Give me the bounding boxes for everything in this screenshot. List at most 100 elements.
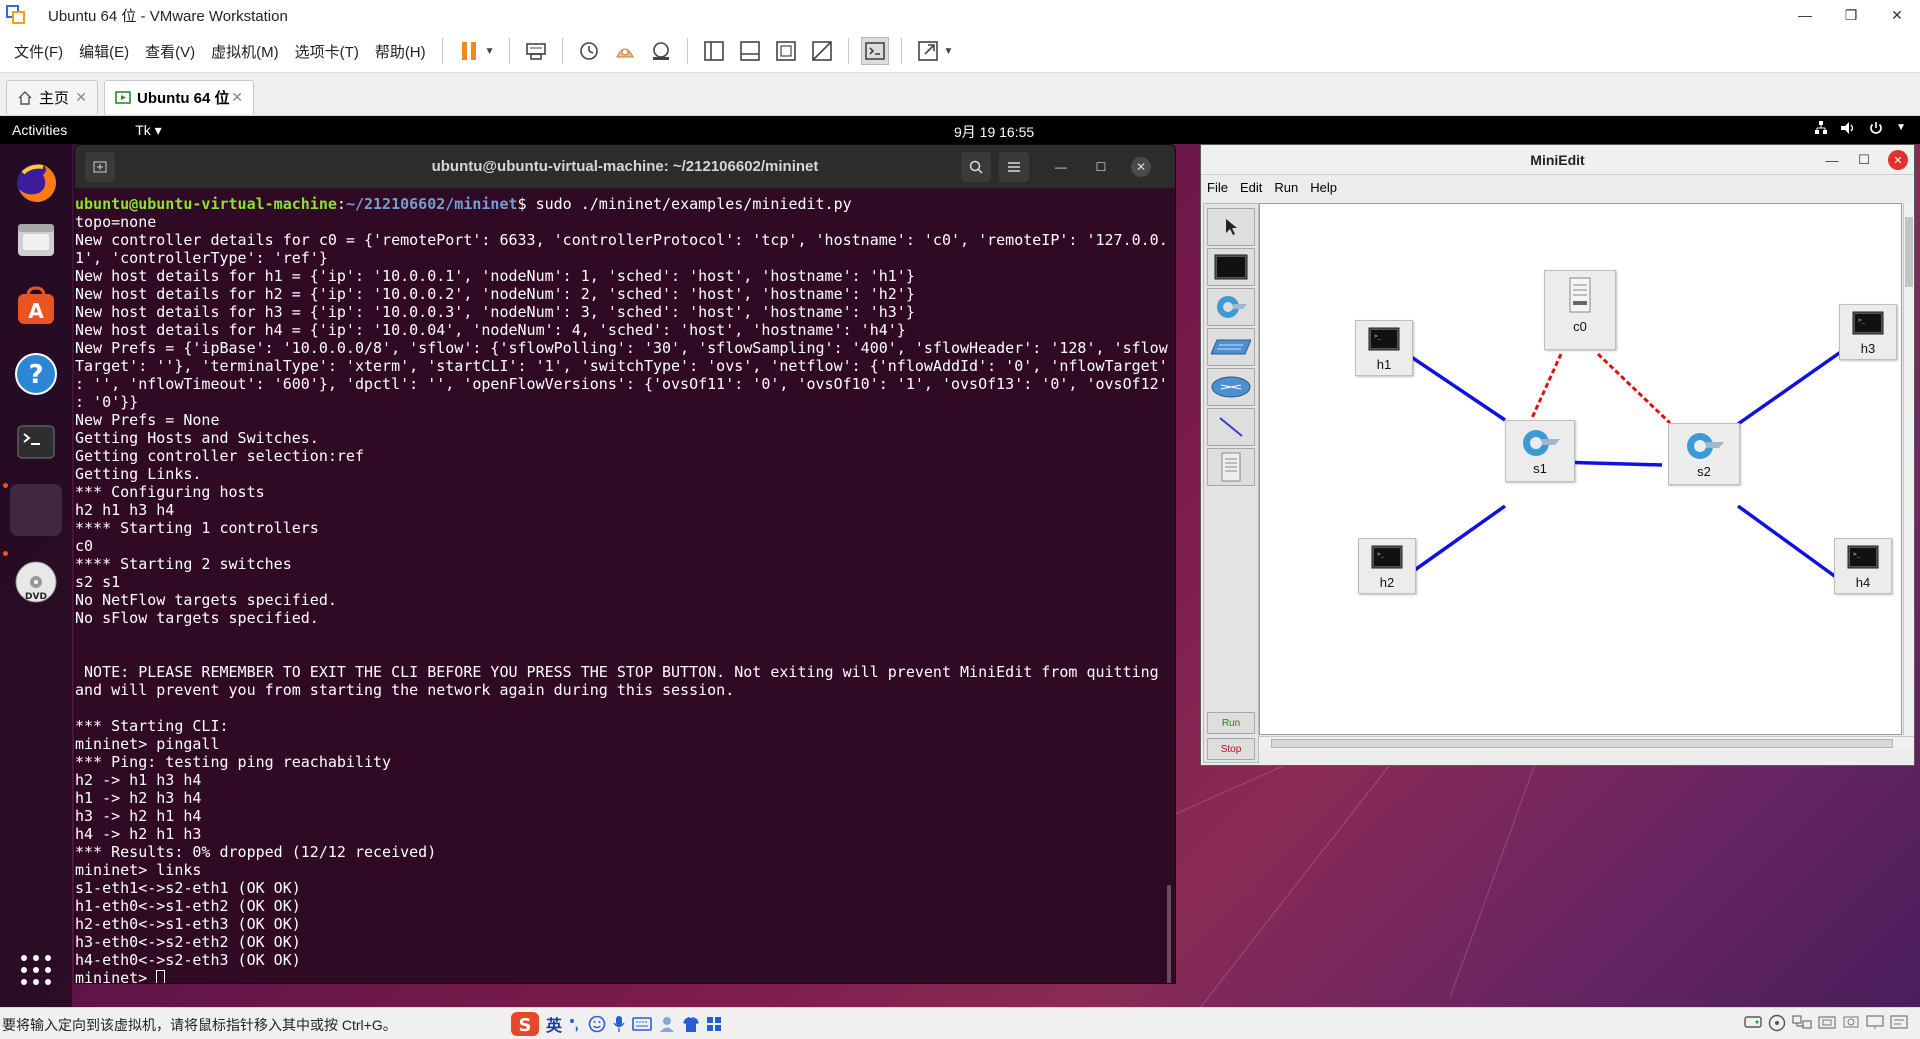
node-h1[interactable]: >_ h1 <box>1355 320 1413 376</box>
miniedit-menu-edit[interactable]: Edit <box>1240 180 1262 195</box>
terminal-output[interactable]: ubuntu@ubuntu-virtual-machine:~/21210660… <box>75 189 1175 983</box>
topology-canvas[interactable]: >_ h1 >_ h2 >_ h3 >_ h4 s1 s2 c0 <box>1259 203 1902 735</box>
activities-button[interactable]: Activities <box>12 122 67 138</box>
keyboard-icon[interactable] <box>632 1016 652 1032</box>
menu-view[interactable]: 查看(V) <box>137 41 203 62</box>
thumbnail-icon[interactable] <box>736 37 764 65</box>
legacy-router-tool-button[interactable] <box>1207 368 1255 406</box>
minimize-button[interactable]: — <box>1782 0 1828 30</box>
send-ctrl-alt-del-icon[interactable] <box>522 37 550 65</box>
terminal-close-button[interactable]: ✕ <box>1131 157 1151 177</box>
guest-screen[interactable]: Activities Tk ▾ 9月 19 16:55 ▼ A ? DVD ub… <box>0 116 1920 1007</box>
menu-help[interactable]: 帮助(H) <box>367 41 434 62</box>
stretch-icon[interactable] <box>914 37 942 65</box>
miniedit-menu-file[interactable]: File <box>1207 180 1228 195</box>
pause-dropdown-chevron-down-icon[interactable]: ▼ <box>485 46 495 57</box>
terminal-line: h3-eth0<->s2-eth2 (OK OK) <box>75 933 301 951</box>
stretch-dropdown-chevron-down-icon[interactable]: ▼ <box>944 46 954 57</box>
terminal-line: h2 h1 h3 h4 <box>75 501 175 519</box>
message-log-icon[interactable] <box>1890 1014 1908 1030</box>
miniedit-menu-help[interactable]: Help <box>1310 180 1337 195</box>
miniedit-window[interactable]: MiniEdit — ☐ ✕ File Edit Run Help Run St… <box>1200 144 1915 766</box>
canvas-vertical-scrollbar[interactable] <box>1903 203 1914 735</box>
emoji-icon[interactable] <box>588 1015 606 1033</box>
terminal-maximize-button[interactable]: ☐ <box>1091 157 1111 177</box>
miniedit-maximize-button[interactable]: ☐ <box>1854 150 1874 170</box>
skin-shirt-icon[interactable] <box>682 1015 700 1033</box>
show-applications-grid-icon[interactable] <box>10 944 62 996</box>
restore-button[interactable]: ❐ <box>1828 0 1874 30</box>
cd-dvd-icon[interactable] <box>1768 1014 1786 1032</box>
node-c0[interactable]: c0 <box>1544 270 1616 350</box>
toolbox-grid-icon[interactable] <box>706 1016 722 1032</box>
display-icon[interactable] <box>1866 1014 1884 1030</box>
tab-ubuntu-close-icon[interactable]: ✕ <box>231 89 243 106</box>
node-h4[interactable]: >_ h4 <box>1834 538 1892 594</box>
user-icon[interactable] <box>658 1015 676 1033</box>
menu-edit[interactable]: 编辑(E) <box>71 41 137 62</box>
select-tool-button[interactable] <box>1207 208 1255 246</box>
legacy-switch-tool-button[interactable] <box>1207 328 1255 366</box>
files-icon[interactable] <box>10 212 62 264</box>
stop-button[interactable]: Stop <box>1207 738 1255 760</box>
netlink-tool-button[interactable] <box>1207 408 1255 446</box>
node-h3[interactable]: >_ h3 <box>1839 304 1897 360</box>
app-menu[interactable]: Tk ▾ <box>135 122 161 139</box>
revert-snapshot-icon[interactable] <box>611 37 639 65</box>
menu-vm[interactable]: 虚拟机(M) <box>203 41 287 62</box>
firefox-icon[interactable] <box>10 156 62 208</box>
host-tool-button[interactable] <box>1207 248 1255 286</box>
microphone-icon[interactable] <box>612 1015 626 1033</box>
ime-toolbar[interactable]: S 英 <box>510 1010 722 1038</box>
link-s2-h3[interactable] <box>1736 347 1847 426</box>
unity-icon[interactable] <box>808 37 836 65</box>
library-icon[interactable] <box>700 37 728 65</box>
terminal-line: : '0'}} <box>75 393 139 411</box>
close-button[interactable]: ✕ <box>1874 0 1920 30</box>
tab-ubuntu[interactable]: Ubuntu 64 位 ✕ <box>104 80 254 114</box>
controller-tool-button[interactable] <box>1207 448 1255 486</box>
terminal-window[interactable]: ubuntu@ubuntu-virtual-machine: ~/2121066… <box>74 144 1176 984</box>
sound-card-icon[interactable] <box>1842 1014 1860 1030</box>
node-s2[interactable]: s2 <box>1668 423 1740 485</box>
dvd-icon[interactable]: DVD <box>10 556 62 608</box>
punctuation-icon[interactable] <box>568 1015 582 1033</box>
usb-device-icon[interactable] <box>1818 1014 1836 1030</box>
menu-tabs[interactable]: 选项卡(T) <box>287 41 367 62</box>
status-message: 要将输入定向到该虚拟机，请将鼠标指针移入其中或按 Ctrl+G。 <box>2 1017 397 1033</box>
terminal-minimize-button[interactable]: — <box>1051 157 1071 177</box>
link-c0-s2[interactable] <box>1596 352 1672 425</box>
snapshot-icon[interactable] <box>575 37 603 65</box>
snapshot-manager-icon[interactable] <box>647 37 675 65</box>
software-store-icon[interactable]: A <box>10 280 62 332</box>
ime-language-label[interactable]: 英 <box>546 1012 562 1036</box>
network-adapter-icon[interactable] <box>1792 1014 1812 1030</box>
console-view-icon[interactable] <box>860 37 889 65</box>
pause-icon[interactable] <box>455 37 483 65</box>
link-c0-s1[interactable] <box>1530 353 1563 419</box>
system-tray[interactable]: ▼ <box>1814 120 1906 136</box>
link-s2-h4[interactable] <box>1736 504 1842 582</box>
fullscreen-icon[interactable] <box>772 37 800 65</box>
miniedit-app-icon[interactable] <box>10 484 62 536</box>
node-h2[interactable]: >_ h2 <box>1358 538 1416 594</box>
menu-file[interactable]: 文件(F) <box>6 41 71 62</box>
tab-home-close-icon[interactable]: ✕ <box>75 89 87 106</box>
run-button[interactable]: Run <box>1207 712 1255 734</box>
miniedit-minimize-button[interactable]: — <box>1822 150 1842 170</box>
terminal-search-button[interactable] <box>961 152 991 182</box>
terminal-icon[interactable] <box>10 416 62 468</box>
help-icon[interactable]: ? <box>10 348 62 400</box>
tab-home[interactable]: 主页 ✕ <box>6 80 98 114</box>
canvas-horizontal-scrollbar[interactable] <box>1259 736 1914 750</box>
miniedit-close-button[interactable]: ✕ <box>1888 150 1908 170</box>
miniedit-menu-run[interactable]: Run <box>1274 180 1298 195</box>
switch-tool-button[interactable] <box>1207 288 1255 326</box>
node-s1[interactable]: s1 <box>1505 420 1575 482</box>
terminal-menu-button[interactable] <box>999 152 1029 182</box>
terminal-cursor <box>156 970 166 983</box>
host-icon <box>1214 254 1248 280</box>
terminal-scrollbar[interactable] <box>1167 885 1171 983</box>
clock[interactable]: 9月 19 16:55 <box>954 122 1034 142</box>
hard-disk-icon[interactable] <box>1744 1014 1762 1030</box>
